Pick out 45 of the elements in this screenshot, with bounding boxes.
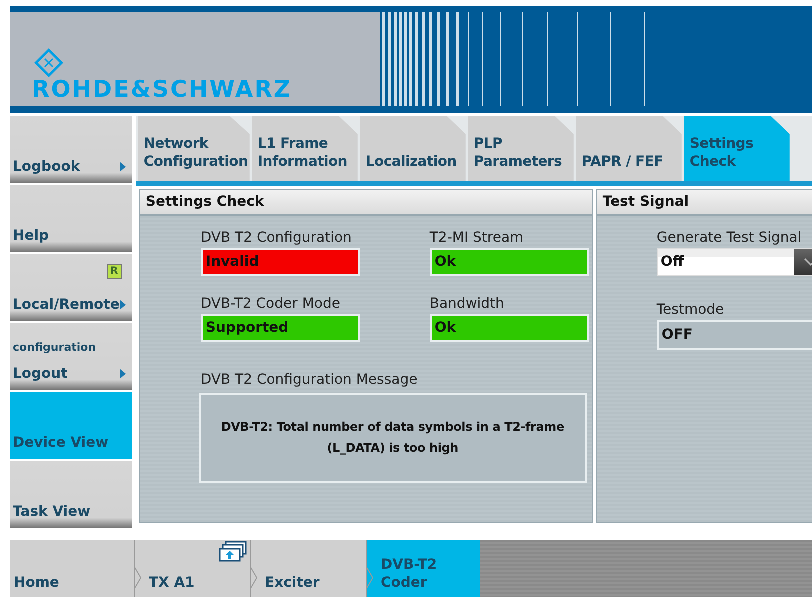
message-text: DVB-T2: Total number of data symbols in a T2-frame (L_DATA) is too high <box>198 393 587 483</box>
tab[interactable]: Network Configuration <box>138 116 250 181</box>
sidebar-item[interactable]: R Local/Remote <box>10 254 132 321</box>
field-label: DVB T2 Configuration Message <box>200 372 419 388</box>
sidebar-label: Local/Remote <box>13 297 120 313</box>
breadcrumb-item[interactable]: TX A1 <box>134 540 250 597</box>
status-field: Supported <box>200 314 360 342</box>
remote-badge: R <box>106 264 122 279</box>
field-label: T2-MI Stream <box>430 230 525 246</box>
sidebar-item[interactable]: Logbook <box>10 116 132 183</box>
panel-title: Settings Check <box>140 190 592 216</box>
breadcrumb-item[interactable]: Exciter <box>250 540 366 597</box>
sidebar-label: Device View <box>13 435 109 451</box>
sidebar-caption: configuration <box>13 341 98 354</box>
chevron-separator-icon <box>250 566 258 590</box>
chevron-separator-icon <box>366 566 374 590</box>
sidebar-label: Logout <box>13 366 68 382</box>
sidebar-item[interactable]: Device View <box>10 392 132 459</box>
field-label: DVB T2 Configuration <box>200 230 353 246</box>
tab[interactable]: Localization <box>360 116 466 181</box>
sidebar-item[interactable]: Task View <box>10 461 132 528</box>
status-field: Ok <box>430 248 589 276</box>
field-label: Testmode <box>656 302 726 318</box>
tab[interactable]: L1 Frame Information <box>252 116 358 181</box>
status-field: Invalid <box>200 248 360 276</box>
field-label: Generate Test Signal <box>656 230 803 246</box>
brand-name: ROHDE&SCHWARZ <box>32 78 294 102</box>
breadcrumb-item[interactable]: DVB-T2 Coder <box>366 540 480 597</box>
panel-title: Test Signal <box>596 190 812 216</box>
field-label: Bandwidth <box>430 296 506 312</box>
status-field: Ok <box>430 314 589 342</box>
sidebar-label: Help <box>13 228 50 244</box>
tab[interactable]: Settings Check <box>684 116 790 181</box>
field-label: DVB-T2 Coder Mode <box>200 296 342 312</box>
test-signal-dropdown[interactable]: Off <box>656 248 812 276</box>
sidebar-label: Task View <box>13 504 91 520</box>
sidebar-label: Logbook <box>13 159 80 175</box>
testmode-field: OFF <box>656 320 812 350</box>
sidebar-item[interactable]: configuration Logout <box>10 323 132 390</box>
sidebar-item[interactable]: Help <box>10 185 132 252</box>
chevron-separator-icon <box>134 566 142 590</box>
tab[interactable]: PAPR / FEF <box>576 116 682 181</box>
breadcrumb-item[interactable]: Home <box>10 540 134 597</box>
tab[interactable]: PLP Parameters <box>468 116 574 181</box>
diamond-logo-icon <box>34 48 64 78</box>
